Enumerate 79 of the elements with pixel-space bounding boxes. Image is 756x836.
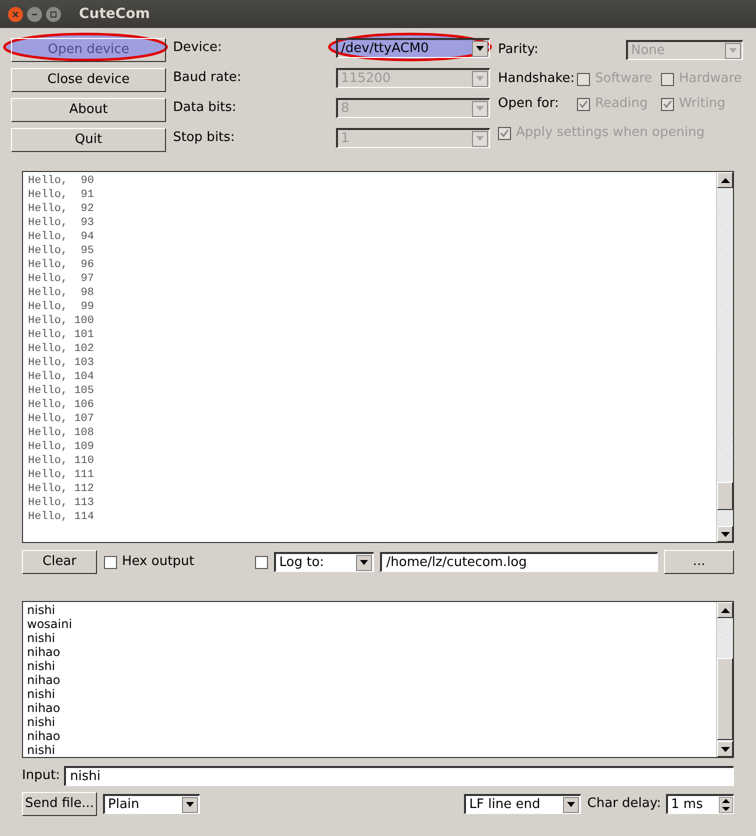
history-item[interactable]: nishi (27, 603, 56, 617)
history-item[interactable]: nihao (27, 729, 60, 743)
scroll-up-icon[interactable] (717, 602, 733, 618)
scrollbar[interactable] (716, 602, 733, 757)
output-line: Hello, 99 (28, 300, 94, 314)
output-line: Hello, 96 (28, 258, 94, 272)
output-line: Hello, 106 (28, 398, 94, 412)
history-item[interactable]: nihao (27, 701, 60, 715)
scroll-down-icon[interactable] (717, 526, 733, 542)
send-mode-dropdown[interactable]: Plain (103, 794, 200, 814)
scroll-thumb[interactable] (717, 482, 733, 510)
output-line: Hello, 104 (28, 370, 94, 384)
handshake-label: Handshake: (498, 70, 576, 88)
output-line: Hello, 111 (28, 468, 94, 482)
history-item[interactable]: nishi (27, 715, 56, 729)
checkbox-label: Software (595, 70, 652, 88)
output-line: Hello, 109 (28, 440, 94, 454)
line-end-dropdown[interactable]: LF line end (464, 794, 582, 814)
hex-output-label: Hex output (122, 553, 194, 572)
history-item[interactable]: nihao (27, 645, 60, 659)
parity-label: Parity: (498, 41, 540, 60)
scroll-thumb[interactable] (717, 658, 733, 740)
send-file-button[interactable]: Send file... (22, 792, 97, 816)
checkbox[interactable] (104, 556, 117, 568)
output-line: Hello, 101 (28, 328, 94, 342)
output-line: Hello, 90 (28, 174, 94, 188)
history-item[interactable]: nishi (27, 659, 56, 673)
push-button[interactable]: Quit (11, 128, 166, 152)
maximize-icon[interactable] (46, 6, 61, 22)
checkbox-label: Reading (595, 95, 648, 114)
output-line: Hello, 114 (28, 510, 94, 524)
char-delay-spinbox[interactable]: 1 ms (666, 794, 734, 814)
setting-label: Baud rate: (173, 69, 242, 88)
input-label: Input: (22, 767, 62, 786)
spin-arrows-icon[interactable] (719, 796, 733, 812)
history-item[interactable]: nihao (27, 673, 60, 687)
setting-label: Stop bits: (173, 129, 236, 148)
history-item[interactable]: nishi (27, 687, 56, 701)
dropdown[interactable]: /dev/ttyACM0 (336, 38, 490, 58)
scroll-down-icon[interactable] (717, 741, 733, 757)
output-line: Hello, 107 (28, 412, 94, 426)
output-line: Hello, 93 (28, 216, 94, 230)
log-mode-dropdown[interactable]: Log to: (274, 552, 374, 572)
checkbox[interactable] (255, 556, 268, 568)
history-item[interactable]: nishi (27, 743, 56, 757)
char-delay-label: Char delay: (587, 795, 661, 814)
scroll-up-icon[interactable] (717, 172, 733, 188)
clear-button[interactable]: Clear (22, 550, 97, 574)
log-path-field[interactable]: /home/lz/cutecom.log (380, 552, 658, 572)
output-line: Hello, 98 (28, 286, 94, 300)
output-line: Hello, 94 (28, 230, 94, 244)
window-title: CuteCom (79, 4, 150, 24)
history-item[interactable]: nishi (27, 631, 56, 645)
output-line: Hello, 97 (28, 272, 94, 286)
output-line: Hello, 102 (28, 342, 94, 356)
output-line: Hello, 91 (28, 188, 94, 202)
setting-label: Data bits: (173, 99, 238, 118)
output-line: Hello, 110 (28, 454, 94, 468)
output-line: Hello, 92 (28, 202, 94, 216)
scrollbar[interactable] (716, 172, 733, 542)
output-line: Hello, 112 (28, 482, 94, 496)
output-line: Hello, 100 (28, 314, 94, 328)
push-button[interactable]: About (11, 98, 166, 122)
output-line: Hello, 105 (28, 384, 94, 398)
output-line: Hello, 103 (28, 356, 94, 370)
history-item[interactable]: wosaini (27, 617, 72, 631)
output-line: Hello, 108 (28, 426, 94, 440)
open-for-label: Open for: (498, 95, 560, 114)
minimize-icon[interactable] (27, 6, 42, 22)
checkbox-label: Writing (679, 95, 726, 114)
push-button[interactable]: Close device (11, 68, 166, 92)
setting-label: Device: (173, 39, 223, 58)
browse-button[interactable]: ... (664, 550, 734, 574)
output-line: Hello, 113 (28, 496, 94, 510)
checkbox-label: Apply settings when opening (516, 124, 705, 142)
output-line: Hello, 95 (28, 244, 94, 258)
checkbox-label: Hardware (679, 70, 742, 88)
input-field[interactable]: nishi (64, 766, 734, 786)
close-icon[interactable] (8, 6, 23, 22)
